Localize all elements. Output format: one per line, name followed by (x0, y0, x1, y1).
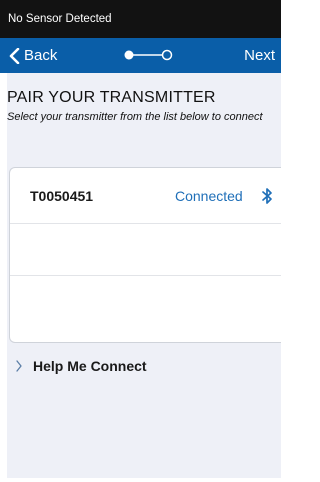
status-bar: No Sensor Detected (0, 0, 281, 38)
pair-transmitter-screen: No Sensor Detected Back Next PAIR YOUR T… (0, 0, 281, 482)
chevron-left-icon (9, 47, 20, 64)
next-button[interactable]: Next (244, 38, 275, 73)
transmitter-row[interactable]: T0050451 Connected (10, 168, 281, 224)
page-title: PAIR YOUR TRANSMITTER (7, 89, 216, 106)
chevron-right-icon (16, 360, 22, 372)
help-label: Help Me Connect (33, 358, 147, 374)
empty-list-row (10, 276, 281, 328)
connection-status: Connected (175, 188, 243, 204)
back-button[interactable]: Back (8, 38, 57, 73)
step-dot-current (124, 50, 134, 60)
transmitter-list: T0050451 Connected (9, 167, 281, 343)
bluetooth-icon (262, 188, 272, 204)
status-text: No Sensor Detected (8, 13, 112, 25)
back-label: Back (24, 47, 58, 64)
transmitter-id: T0050451 (30, 188, 94, 204)
step-progress-indicator (124, 49, 173, 61)
navigation-bar: Back Next (0, 38, 281, 73)
empty-list-row (10, 224, 281, 276)
page-subtitle: Select your transmitter from the list be… (7, 111, 263, 123)
help-me-connect-link[interactable]: Help Me Connect (15, 356, 147, 376)
step-dot-next (161, 49, 173, 61)
